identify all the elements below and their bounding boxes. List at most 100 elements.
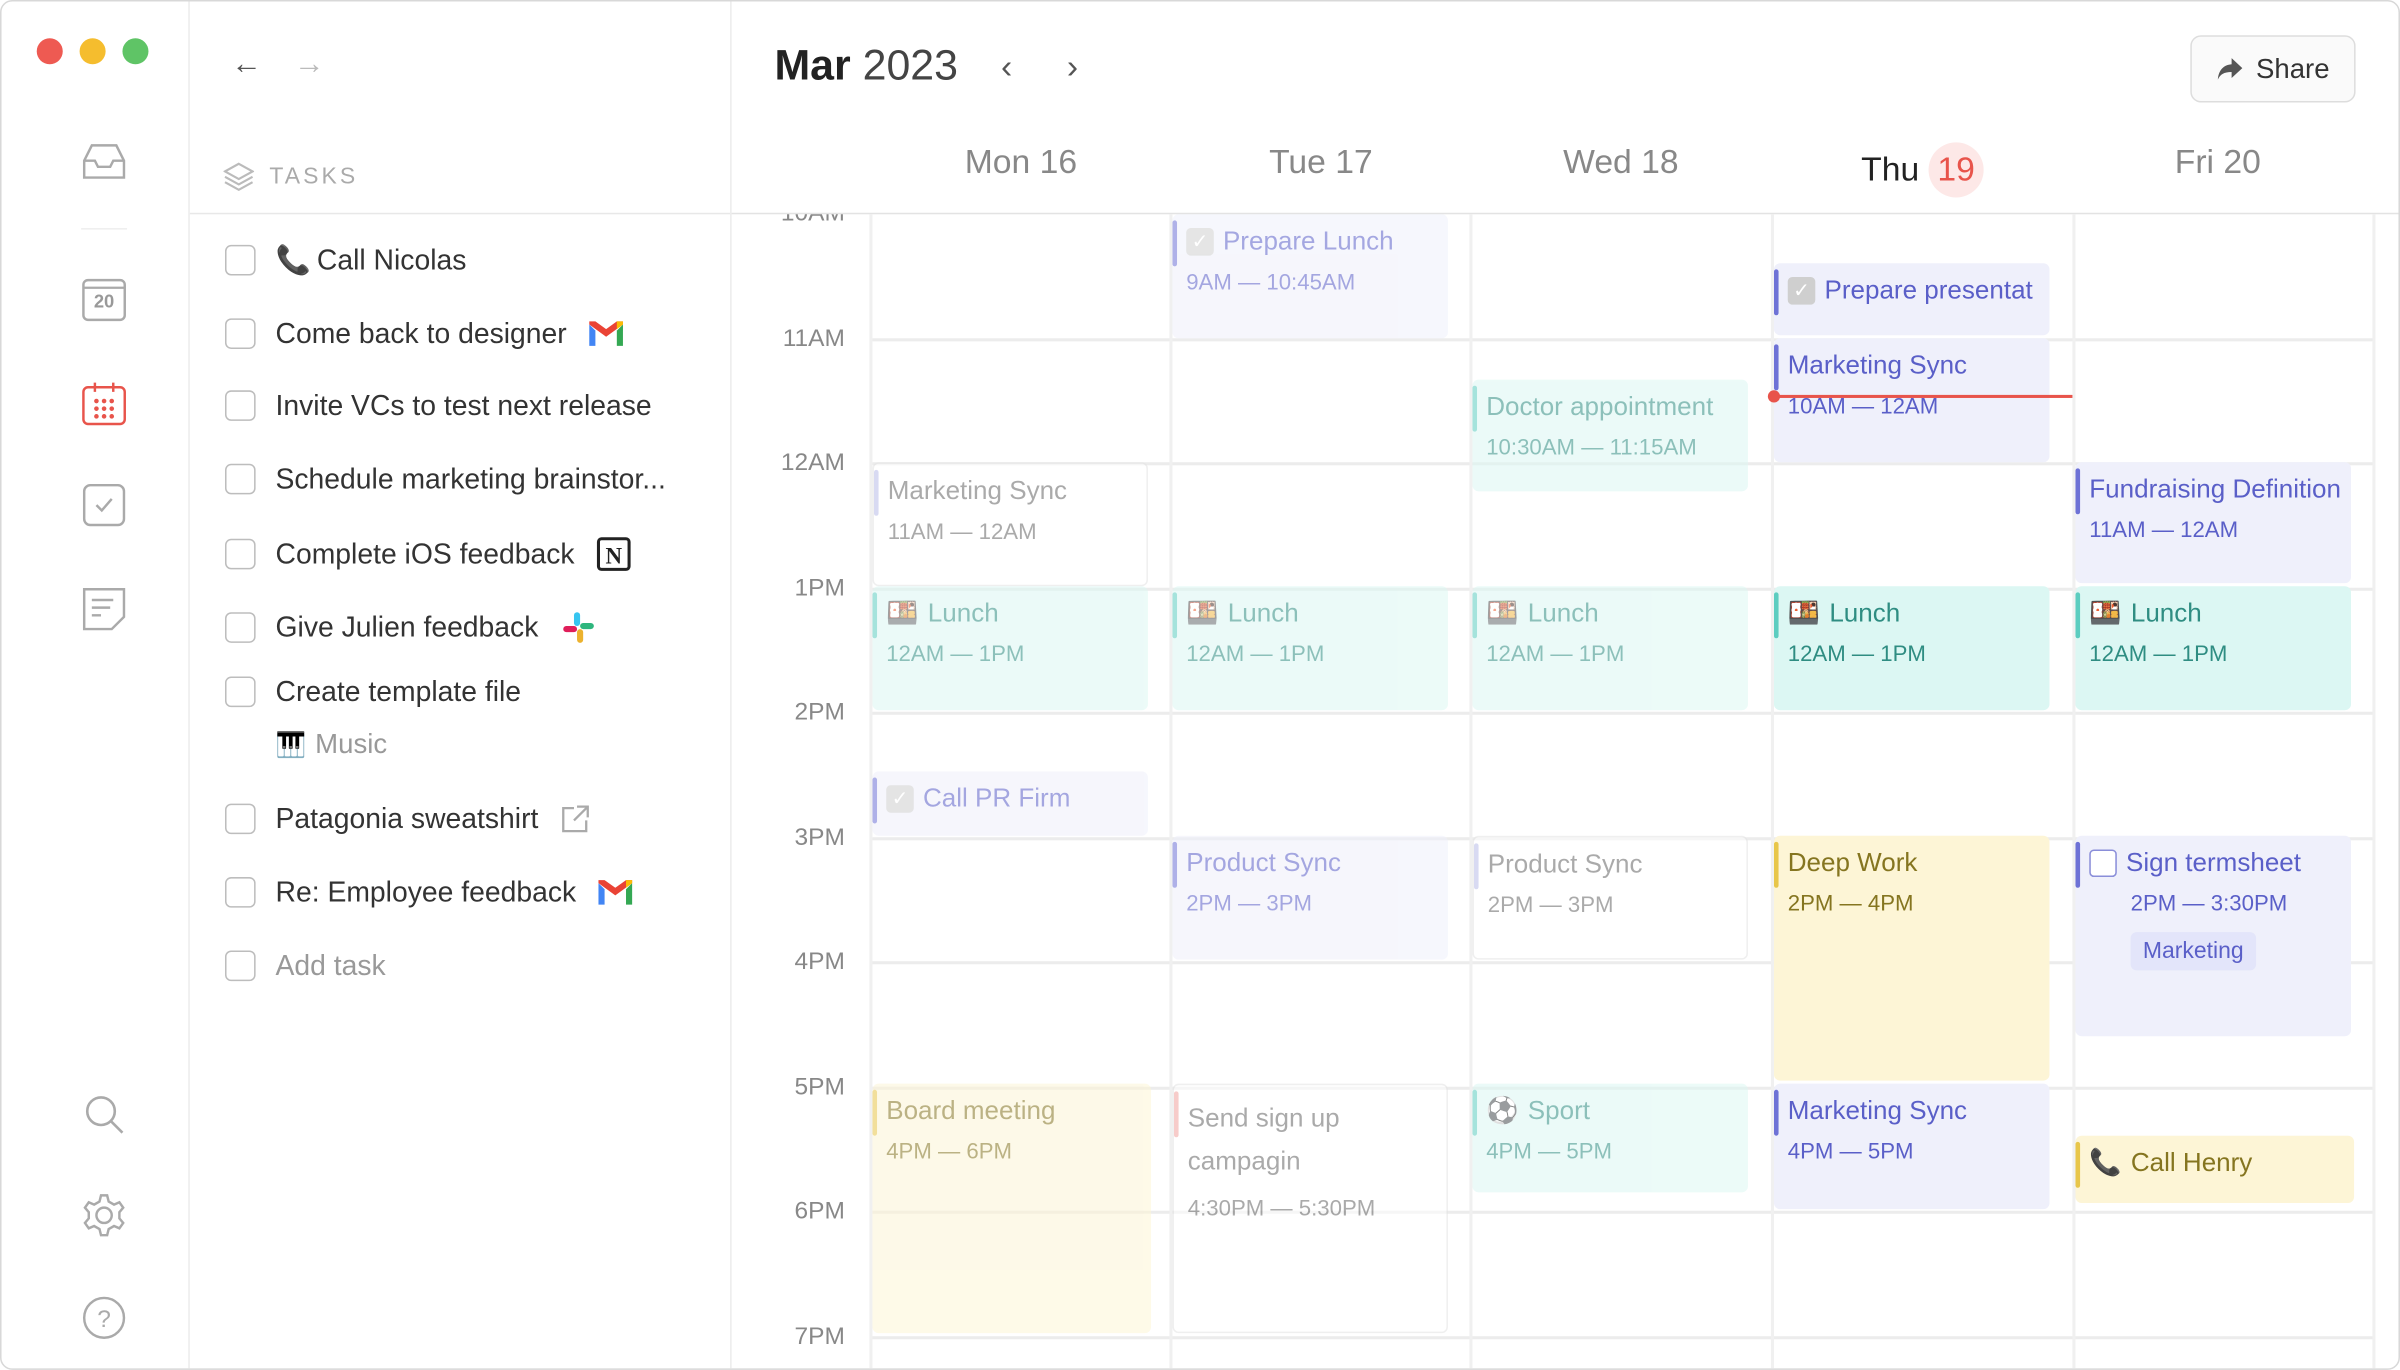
day-header-tue[interactable]: Tue 17 xyxy=(1171,142,1471,182)
calendar-event[interactable]: Board meeting 4PM — 6PM xyxy=(872,1083,1152,1334)
calendar-event[interactable]: Fundraising Definition 11AM — 12AM xyxy=(2075,462,2352,584)
task-item[interactable]: Come back to designer xyxy=(224,317,625,351)
event-accent-bar xyxy=(872,777,878,824)
hour-label: 5PM xyxy=(794,1073,845,1100)
calendar-event[interactable]: 📞 Call Henry xyxy=(2075,1135,2355,1204)
event-title-row: Deep Work xyxy=(1788,848,2050,879)
day-header-mon[interactable]: Mon 16 xyxy=(871,142,1171,182)
task-item[interactable]: Give Julien feedback xyxy=(224,609,597,646)
calendar-event[interactable]: Sign termsheet 2PM — 3:30PM Marketing xyxy=(2075,835,2352,1037)
day-header-wed[interactable]: Wed 18 xyxy=(1471,142,1771,182)
event-title-row: 🍱 Lunch xyxy=(1186,598,1448,629)
forward-arrow-icon[interactable]: → xyxy=(294,47,325,82)
calendar-event[interactable]: 🍱 Lunch 12AM — 1PM xyxy=(1472,586,1748,711)
slack-icon[interactable] xyxy=(560,609,597,646)
calendar-event[interactable]: 🍱 Lunch 12AM — 1PM xyxy=(1773,586,2050,711)
event-checkbox[interactable] xyxy=(2089,849,2117,878)
search-icon[interactable] xyxy=(81,1091,127,1137)
checked-checkbox-icon[interactable]: ✓ xyxy=(1787,277,1816,305)
today-icon[interactable]: 20 xyxy=(81,277,127,323)
event-tag: Marketing xyxy=(2130,932,2256,971)
tasks-title: TASKS xyxy=(269,163,359,190)
event-time: 12AM — 1PM xyxy=(2089,642,2228,668)
task-checkbox[interactable] xyxy=(224,676,256,708)
event-accent-bar xyxy=(1773,269,1779,316)
event-accent-bar xyxy=(1773,344,1779,391)
task-item[interactable]: Re: Employee feedback xyxy=(224,876,635,910)
help-icon[interactable]: ? xyxy=(81,1295,127,1341)
event-time: 2PM — 3PM xyxy=(1186,892,1313,917)
day-header-thu[interactable]: Thu 19 xyxy=(1772,142,2072,198)
event-accent-bar xyxy=(1172,592,1178,639)
day-name: Wed xyxy=(1563,142,1632,181)
calendar-event[interactable]: Product Sync 2PM — 3PM xyxy=(1472,835,1748,960)
task-checkbox[interactable] xyxy=(224,390,256,421)
task-item[interactable]: Invite VCs to test next release xyxy=(224,389,652,423)
task-checkbox[interactable] xyxy=(224,538,256,570)
task-checkbox[interactable] xyxy=(224,318,256,349)
task-checkbox[interactable] xyxy=(224,612,256,643)
event-time: 4:30PM — 5:30PM xyxy=(1187,1196,1376,1222)
calendar-event[interactable]: ✓ Prepare presentat xyxy=(1773,263,2050,336)
next-week-chevron-icon[interactable]: › xyxy=(1067,47,1078,87)
calendar-event[interactable]: Marketing Sync 4PM — 5PM xyxy=(1773,1083,2050,1210)
task-item[interactable]: 📞 Call Nicolas xyxy=(224,243,466,277)
zoom-window-button[interactable] xyxy=(122,38,149,65)
notes-icon[interactable] xyxy=(81,586,127,632)
checked-checkbox-icon[interactable]: ✓ xyxy=(1186,228,1214,256)
event-title-row: 🍱 Lunch xyxy=(2089,598,2351,629)
add-task-checkbox[interactable] xyxy=(224,950,256,982)
event-accent-bar xyxy=(1473,843,1479,890)
month-label: Mar xyxy=(774,41,851,89)
task-item[interactable]: Complete iOS feedback N xyxy=(224,536,633,573)
back-arrow-icon[interactable]: ← xyxy=(231,47,262,82)
task-item[interactable]: Create template file xyxy=(224,675,521,709)
checked-checkbox-icon[interactable]: ✓ xyxy=(886,785,914,813)
external-link-icon[interactable] xyxy=(560,804,591,835)
event-accent-bar xyxy=(1773,1089,1779,1136)
event-title: Call Henry xyxy=(2130,1147,2253,1178)
gmail-icon[interactable] xyxy=(598,879,635,907)
task-item[interactable]: Schedule marketing brainstor... xyxy=(224,462,666,496)
share-label: Share xyxy=(2256,52,2330,84)
calendar-event[interactable]: ✓ Call PR Firm xyxy=(872,771,1148,836)
task-item[interactable]: Patagonia sweatshirt xyxy=(224,802,591,836)
event-title: Send sign up campagin xyxy=(1187,1103,1340,1176)
share-button[interactable]: Share xyxy=(2190,35,2356,103)
prev-week-chevron-icon[interactable]: ‹ xyxy=(1001,47,1012,87)
inbox-icon[interactable] xyxy=(81,139,127,185)
calendar-event[interactable]: 🍱 Lunch 12AM — 1PM xyxy=(2075,586,2352,711)
calendar-event[interactable]: 🍱 Lunch 12AM — 1PM xyxy=(1172,586,1448,711)
event-title: Call PR Firm xyxy=(922,783,1071,813)
svg-text:N: N xyxy=(606,543,623,568)
calendar-event[interactable]: Product Sync 2PM — 3PM xyxy=(1172,835,1448,960)
calendar-event[interactable]: ✓ Prepare Lunch 9AM — 10:45AM xyxy=(1172,214,1448,339)
add-task-row[interactable]: Add task xyxy=(224,949,386,983)
task-checkbox[interactable] xyxy=(224,244,256,276)
event-title-row: Board meeting xyxy=(886,1096,1151,1127)
calendar-event[interactable]: Doctor appointment 10:30AM — 11:15AM xyxy=(1472,379,1748,492)
day-name: Thu xyxy=(1861,149,1920,189)
calendar-icon[interactable] xyxy=(81,381,127,427)
event-title-row: ✓ Prepare presentat xyxy=(1787,276,2050,307)
gear-icon[interactable] xyxy=(81,1192,127,1238)
notion-icon[interactable]: N xyxy=(596,536,633,573)
calendar-event[interactable]: Send sign up campagin 4:30PM — 5:30PM xyxy=(1172,1083,1448,1334)
close-window-button[interactable] xyxy=(36,38,63,65)
task-checkbox[interactable] xyxy=(224,803,256,835)
calendar-event[interactable]: Marketing Sync 10AM — 12AM xyxy=(1773,338,2050,463)
calendar-event[interactable]: 🍱 Lunch 12AM — 1PM xyxy=(872,586,1148,711)
calendar-event[interactable]: Marketing Sync 11AM — 12AM xyxy=(872,462,1148,587)
task-checkbox[interactable] xyxy=(224,877,256,908)
calendar-event[interactable]: Deep Work 2PM — 4PM xyxy=(1773,835,2050,1081)
tasks-icon[interactable] xyxy=(81,482,127,528)
calendar-event[interactable]: ⚽ Sport 4PM — 5PM xyxy=(1472,1083,1748,1193)
day-header-fri[interactable]: Fri 20 xyxy=(2068,142,2368,182)
gmail-icon[interactable] xyxy=(588,320,625,348)
hour-gridline xyxy=(872,711,2374,715)
task-label: Patagonia sweatshirt xyxy=(275,802,539,835)
week-grid[interactable]: 10AM 11AM 12AM 1PM 2PM 3PM 4PM 5PM 6PM 7PM ✓ Prepar… xyxy=(732,214,2399,1369)
event-time: 10AM — 12AM xyxy=(1787,394,1939,420)
minimize-window-button[interactable] xyxy=(79,38,106,65)
task-checkbox[interactable] xyxy=(224,463,256,495)
